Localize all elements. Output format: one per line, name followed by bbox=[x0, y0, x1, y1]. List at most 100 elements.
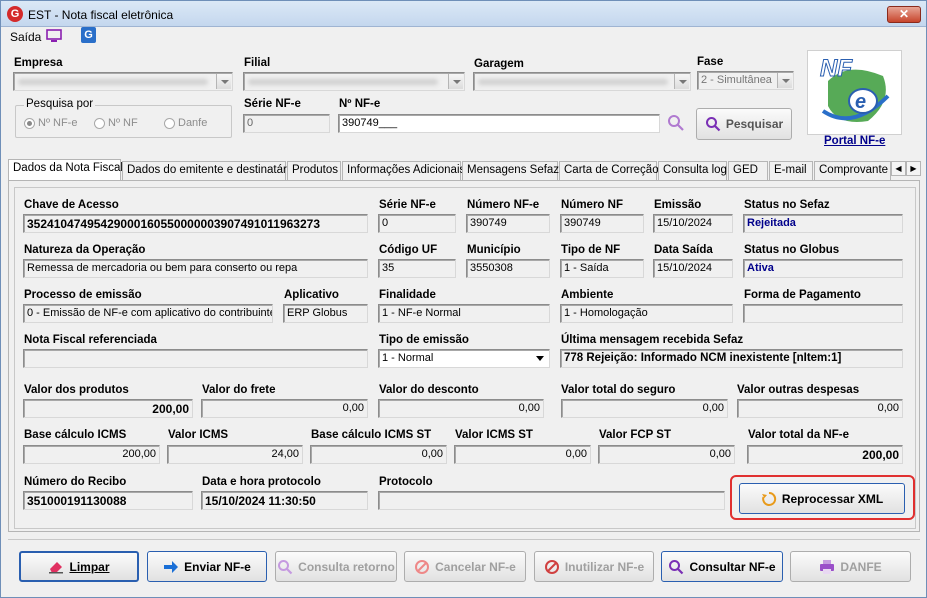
valor-seguro-field: 0,00 bbox=[561, 399, 728, 418]
status-sefaz-label: Status no Sefaz bbox=[744, 199, 830, 211]
natureza-field: Remessa de mercadoria ou bem para conser… bbox=[23, 259, 368, 278]
serie-search-field[interactable]: 0 bbox=[243, 114, 330, 133]
valor-produtos-field: 200,00 bbox=[23, 399, 193, 418]
fase-select[interactable]: 2 - Simultânea bbox=[697, 71, 794, 90]
status-globus-field: Ativa bbox=[743, 259, 903, 278]
footer-separator bbox=[8, 539, 920, 540]
title-bar: G EST - Nota fiscal eletrônica ✕ bbox=[1, 1, 926, 27]
limpar-button[interactable]: Limpar bbox=[19, 551, 139, 582]
tab-ged[interactable]: GED bbox=[728, 161, 768, 180]
chevron-down-icon bbox=[216, 74, 231, 89]
globus-button[interactable]: G bbox=[81, 27, 96, 43]
tab-consulta-log[interactable]: Consulta log bbox=[658, 161, 727, 180]
pesquisa-label: Pesquisa por bbox=[24, 98, 96, 110]
valor-frete-label: Valor do frete bbox=[202, 384, 276, 396]
tab-mensagens[interactable]: Mensagens Sefaz bbox=[462, 161, 559, 180]
codigo-uf-label: Código UF bbox=[379, 244, 438, 256]
valor-fcp-st-field: 0,00 bbox=[598, 445, 735, 464]
chave-field: 3524104749542900016055000000390749101196… bbox=[23, 214, 368, 233]
window-title: EST - Nota fiscal eletrônica bbox=[28, 8, 174, 22]
numero-search-input[interactable]: 390749___ bbox=[338, 114, 660, 133]
nf-ref-field bbox=[23, 349, 368, 368]
tab-scroll-left[interactable]: ◀ bbox=[891, 161, 906, 176]
reprocessar-label: Reprocessar XML bbox=[781, 491, 884, 506]
chevron-down-icon bbox=[674, 74, 689, 89]
pesquisar-button[interactable]: Pesquisar bbox=[696, 108, 792, 140]
danfe-button[interactable]: DANFE bbox=[790, 551, 911, 582]
numero-nf-field: 390749 bbox=[560, 214, 644, 233]
tab-carta[interactable]: Carta de Correção bbox=[559, 161, 659, 180]
garagem-select[interactable] bbox=[473, 72, 691, 91]
valor-total-field: 200,00 bbox=[747, 445, 903, 464]
limpar-label: Limpar bbox=[69, 559, 110, 574]
municipio-label: Município bbox=[467, 244, 521, 256]
recibo-field: 351000191130088 bbox=[23, 491, 193, 510]
svg-text:NF: NF bbox=[820, 55, 853, 82]
search-icon bbox=[278, 559, 293, 574]
portal-nfe-link[interactable]: Portal NF-e bbox=[824, 135, 885, 147]
consulta-retorno-label: Consulta retorno bbox=[298, 559, 395, 574]
recibo-label: Número do Recibo bbox=[24, 476, 127, 488]
valor-frete-field: 0,00 bbox=[201, 399, 368, 418]
emissao-label: Emissão bbox=[654, 199, 702, 211]
cancel-icon bbox=[544, 559, 559, 574]
search-lens-button[interactable] bbox=[667, 114, 685, 132]
monitor-icon bbox=[46, 29, 62, 42]
emissao-field: 15/10/2024 bbox=[653, 214, 733, 233]
valor-fcp-st-label: Valor FCP ST bbox=[599, 429, 672, 441]
saida-label: Saída bbox=[10, 30, 42, 44]
monitor-button[interactable] bbox=[46, 29, 62, 43]
radio-danfe-label: Danfe bbox=[178, 117, 208, 129]
inutilizar-nfe-button[interactable]: Inutilizar NF-e bbox=[534, 551, 654, 582]
cancelar-nfe-button[interactable]: Cancelar NF-e bbox=[404, 551, 526, 582]
status-sefaz-field: Rejeitada bbox=[743, 214, 903, 233]
filial-select[interactable] bbox=[243, 72, 465, 91]
consultar-nfe-button[interactable]: Consultar NF-e bbox=[661, 551, 783, 582]
close-button[interactable]: ✕ bbox=[887, 6, 921, 23]
protocolo-label: Protocolo bbox=[379, 476, 433, 488]
app-logo-icon: G bbox=[7, 6, 23, 22]
inutilizar-label: Inutilizar NF-e bbox=[564, 559, 645, 574]
danfe-label: DANFE bbox=[840, 559, 882, 574]
valor-icms-label: Valor ICMS bbox=[168, 429, 229, 441]
tab-info-adicionais[interactable]: Informações Adicionais bbox=[342, 161, 465, 180]
eraser-icon bbox=[49, 561, 64, 573]
natureza-label: Natureza da Operação bbox=[24, 244, 146, 256]
numero-nfe-field: 390749 bbox=[466, 214, 550, 233]
svg-text:e: e bbox=[855, 91, 866, 113]
ultima-msg-field: 778 Rejeição: Informado NCM inexistente … bbox=[560, 349, 903, 368]
numero-nfe-label: Número NF-e bbox=[467, 199, 540, 211]
ultima-msg-label: Última mensagem recebida Sefaz bbox=[561, 334, 744, 346]
empresa-select[interactable] bbox=[13, 72, 233, 91]
consulta-retorno-button[interactable]: Consulta retorno bbox=[275, 551, 397, 582]
tab-email[interactable]: E-mail bbox=[769, 161, 813, 180]
tab-comprovante[interactable]: Comprovante d bbox=[814, 161, 891, 180]
base-icms-st-label: Base cálculo ICMS ST bbox=[311, 429, 432, 441]
radio-danfe[interactable]: Danfe bbox=[164, 117, 207, 129]
radio-nf[interactable]: Nº NF bbox=[94, 117, 138, 129]
processo-field: 0 - Emissão de NF-e com aplicativo do co… bbox=[23, 304, 273, 323]
refresh-icon bbox=[761, 491, 776, 506]
base-icms-label: Base cálculo ICMS bbox=[24, 429, 127, 441]
municipio-field: 3550308 bbox=[466, 259, 550, 278]
base-icms-field: 200,00 bbox=[23, 445, 160, 464]
ambiente-field: 1 - Homologação bbox=[560, 304, 733, 323]
valor-icms-st-label: Valor ICMS ST bbox=[455, 429, 533, 441]
aplicativo-label: Aplicativo bbox=[284, 289, 339, 301]
tipo-emissao-value: 1 - Normal bbox=[382, 352, 434, 364]
reprocessar-xml-button[interactable]: Reprocessar XML bbox=[739, 483, 905, 514]
close-icon: ✕ bbox=[898, 7, 910, 21]
radio-nfe[interactable]: Nº NF-e bbox=[24, 117, 77, 129]
numero-search-label: Nº NF-e bbox=[339, 98, 381, 110]
tab-dados-nota[interactable]: Dados da Nota Fiscal bbox=[8, 159, 123, 181]
tipo-emissao-select[interactable]: 1 - Normal bbox=[378, 349, 550, 368]
tab-emitente[interactable]: Dados do emitente e destinatário bbox=[122, 161, 296, 180]
processo-label: Processo de emissão bbox=[24, 289, 142, 301]
valor-icms-field: 24,00 bbox=[167, 445, 303, 464]
tab-scroll-right[interactable]: ▶ bbox=[906, 161, 921, 176]
enviar-nfe-button[interactable]: Enviar NF-e bbox=[147, 551, 267, 582]
tab-produtos[interactable]: Produtos bbox=[287, 161, 341, 180]
valor-desconto-label: Valor do desconto bbox=[379, 384, 479, 396]
fase-label: Fase bbox=[697, 56, 724, 68]
chevron-down-icon bbox=[448, 74, 463, 89]
